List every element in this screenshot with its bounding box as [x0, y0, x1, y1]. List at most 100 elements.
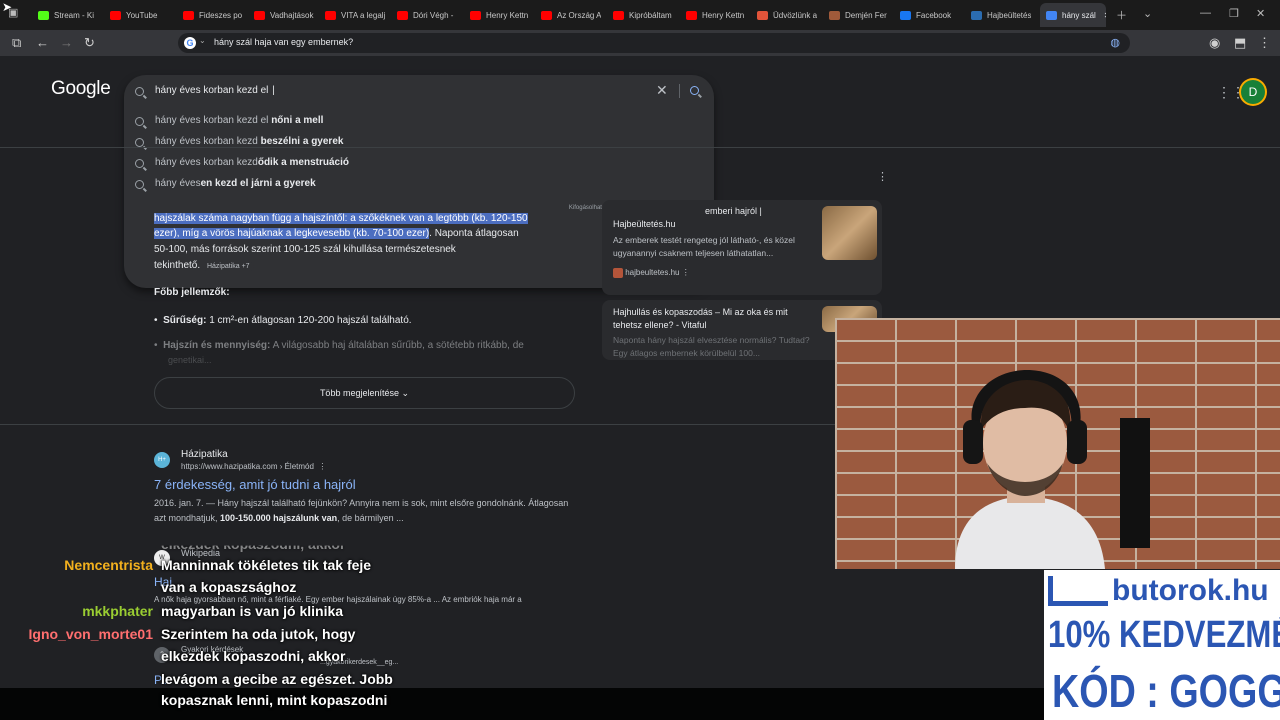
search-submit-icon[interactable] — [690, 86, 699, 95]
menu-icon[interactable]: ⋮ — [1258, 35, 1271, 51]
back-icon[interactable]: ← — [36, 35, 49, 50]
google-logo[interactable]: Google — [51, 78, 111, 100]
tab-favicon-icon — [38, 10, 49, 20]
tab-search-icon[interactable]: ⌄ — [1143, 7, 1152, 20]
address-bar[interactable]: G ⌄ hány szál haja van egy embernek? ◍ — [178, 33, 1130, 53]
chat-username: Igno_von_morte01 — [28, 626, 153, 642]
sponsor-ad: butorok.hu 10% KEDVEZMÉNY KÓD : GOGGER — [1044, 570, 1280, 720]
tab-strip: ▣ Stream - Ki YouTube Fideszes po Vadhajtás… — [0, 0, 1280, 30]
search-icon — [135, 159, 144, 168]
tab-label: Vadhajtások — [270, 10, 314, 20]
tab-label: Fideszes po — [199, 10, 243, 20]
clear-icon[interactable]: ✕ — [656, 82, 668, 99]
overview-text: ezer), míg a vörös hajúaknak a legkevese… — [154, 226, 519, 242]
tab[interactable]: Dóri Végh - — [397, 3, 457, 27]
tab-close-icon[interactable]: ✕ — [1104, 11, 1106, 20]
show-more-button[interactable]: Több megjelenítése ⌄ — [154, 377, 575, 409]
minimize-icon[interactable]: — — [1200, 7, 1211, 19]
tab[interactable]: Üdvözlünk a — [757, 3, 817, 27]
tab[interactable]: Hajbeültetés — [971, 3, 1031, 27]
chat-message: levágom a gecibe az egészet. Jobb — [161, 671, 393, 687]
ad-domain: butorok.hu — [1112, 574, 1269, 607]
tab[interactable]: Fideszes po — [183, 3, 243, 27]
chat-bottom-bar — [0, 688, 1044, 720]
suggestion-prefix: hány éves korban kezd — [155, 136, 261, 147]
suggestion-completion: en kezd el járni a gyerek — [200, 178, 316, 189]
tab[interactable]: Demjén Fer — [829, 3, 889, 27]
feature-label: Sűrűség: — [163, 315, 207, 326]
extensions-icon[interactable]: ⬒ — [1234, 35, 1246, 51]
tab-label: Demjén Fer — [845, 10, 887, 20]
search-icon — [135, 138, 144, 147]
maximize-icon[interactable]: ❐ — [1229, 7, 1239, 20]
feature-label: Hajszín és mennyiség: — [163, 340, 271, 351]
tab-label: Hajbeültetés — [987, 10, 1031, 20]
tab-favicon-icon — [254, 10, 265, 20]
reload-icon[interactable]: ↻ — [84, 35, 95, 51]
source-desc: Az emberek testét rengeteg jól látható-,… — [613, 235, 795, 258]
tab[interactable]: Vadhajtások — [254, 3, 314, 27]
show-more-label: Több megjelenítése — [319, 388, 399, 398]
profile-icon[interactable]: ◉ — [1209, 35, 1220, 51]
tab[interactable]: YouTube — [110, 3, 170, 27]
chat-message: elkezdek kopaszodni, akkor — [161, 648, 346, 664]
webcam-overlay — [835, 318, 1280, 569]
features-heading: Főbb jellemzők: — [154, 287, 230, 298]
search-icon — [135, 180, 144, 189]
tab-label: VITA a legalj — [341, 10, 385, 20]
tab-label: YouTube — [126, 10, 158, 20]
feature-item: • Sűrűség: 1 cm²-en átlagosan 120-200 ha… — [154, 315, 412, 326]
header-divider — [0, 147, 1280, 148]
section-divider — [0, 424, 835, 425]
suggestion-prefix: hány éves korban kezd — [155, 157, 258, 168]
forward-icon[interactable]: → — [60, 35, 73, 50]
result-url[interactable]: https://www.hazipatika.com › Életmód ⋮ — [181, 459, 326, 475]
new-tab-icon[interactable]: ＋ — [1116, 7, 1127, 23]
workspaces-icon[interactable]: ⧉ — [12, 35, 21, 51]
search-input[interactable]: hány éves korban kezd el — [155, 85, 275, 96]
tab-favicon-icon — [757, 10, 768, 20]
source-title: Hajhullás és kopaszodás – Mi az oka és m… — [613, 307, 788, 330]
tab[interactable]: VITA a legalj — [325, 3, 385, 27]
overview-highlight: hajszálak száma nagyban függ a hajszíntő… — [154, 213, 528, 224]
site-favicon: H+ — [154, 452, 170, 468]
source-chip[interactable]: Házipatika +7 — [202, 262, 254, 271]
tab-favicon-icon — [110, 10, 121, 20]
overview-text-rest: . Naponta átlagosan — [429, 228, 519, 239]
close-window-icon[interactable]: ✕ — [1256, 7, 1265, 20]
ad-discount: 10% KEDVEZMÉNY — [1048, 614, 1280, 656]
avatar[interactable]: D — [1241, 80, 1265, 104]
tab-label: hány szál — [1062, 10, 1096, 20]
tab[interactable]: Az Ország A — [541, 3, 601, 27]
overview-text: hajszálak száma nagyban függ a hajszíntő… — [154, 211, 528, 227]
tab-label: Henry Kettn — [702, 10, 745, 20]
overview-highlight: ezer), míg a vörös hajúaknak a legkevese… — [154, 228, 430, 239]
mouse-cursor-icon: ➤ — [2, 0, 13, 14]
divider — [679, 84, 680, 98]
tab[interactable]: Kipróbáltam — [613, 3, 673, 27]
tab-favicon-icon — [613, 10, 624, 20]
tab[interactable]: Stream - Ki — [38, 3, 98, 27]
tab[interactable]: Facebook — [900, 3, 960, 27]
site-favicon — [613, 268, 623, 278]
source-title-site: Hajbeültetés.hu — [613, 219, 676, 229]
overview-text: 50-100, más források szerint 100-125 szá… — [154, 244, 456, 255]
tab[interactable]: Henry Kettn — [470, 3, 530, 27]
chat-message: kopasznak lenni, mint kopaszodni — [161, 692, 388, 708]
browser-toolbar: ⧉ ← → ↻ G ⌄ hány szál haja van egy ember… — [0, 30, 1280, 56]
chevron-down-icon: ⌄ — [401, 388, 410, 398]
tab[interactable]: Henry Kettn — [686, 3, 746, 27]
tab-favicon-icon — [541, 10, 552, 20]
source-site: hajbeultetes.hu — [625, 268, 680, 278]
tab-favicon-icon — [325, 10, 336, 20]
tab-favicon-icon — [900, 10, 911, 20]
tab[interactable]: hány szál ✕ — [1040, 3, 1106, 27]
feature-text: 1 cm²-en átlagosan 120-200 hajszál talál… — [209, 315, 412, 326]
translate-icon[interactable]: ◍ — [1110, 36, 1120, 49]
result-title-link[interactable]: 7 érdekesség, amit jó tudni a hajról — [154, 476, 356, 494]
snippet-text: azt mondhatjuk, — [154, 513, 221, 523]
feature-fade-text: genetikai... — [168, 355, 212, 365]
more-options-icon[interactable]: ⋮ — [877, 170, 888, 183]
tab-favicon-icon — [470, 10, 481, 20]
result-snippet: azt mondhatjuk, 100-150.000 hajszálunk v… — [154, 510, 404, 526]
